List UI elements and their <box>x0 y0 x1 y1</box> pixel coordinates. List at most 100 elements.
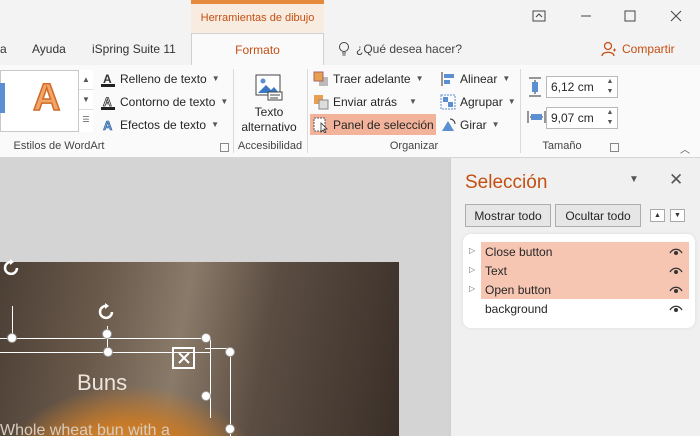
resize-handle[interactable] <box>7 333 17 343</box>
width-spinner[interactable]: ▲ ▼ <box>603 108 617 128</box>
ribbon-display-icon <box>532 10 546 22</box>
ribbon-display-options-button[interactable] <box>527 4 551 28</box>
list-item-name: Close button <box>485 244 553 259</box>
list-item[interactable]: background <box>481 299 689 318</box>
list-item[interactable]: ▷ Close button <box>469 242 689 261</box>
wordart-group-label: Estilos de WordArt <box>13 140 105 152</box>
list-item-name: Open button <box>485 282 552 297</box>
text-outline-label: Contorno de texto <box>120 94 216 109</box>
rotate-button[interactable]: Girar ▼ <box>440 114 500 135</box>
wordart-sample-orange[interactable]: A <box>32 76 61 120</box>
expand-arrow-icon[interactable]: ▷ <box>469 265 475 274</box>
slide-close-button[interactable] <box>172 347 195 369</box>
shape-height-input[interactable]: 6,12 cm ▲ ▼ <box>546 76 618 98</box>
ribbon: A ▲ ▼ ☰ A Relleno de texto ▼ A Contorno d… <box>0 65 700 158</box>
minimize-icon <box>581 15 591 17</box>
gallery-up-arrow-icon[interactable]: ▲ <box>79 70 93 90</box>
resize-handle[interactable] <box>201 391 211 401</box>
contextual-tab-group: Herramientas de dibujo <box>191 0 324 33</box>
size-dialog-launcher[interactable] <box>610 143 619 152</box>
selection-pane-label: Panel de selección <box>333 117 434 132</box>
dropdown-arrow-icon: ▼ <box>415 74 424 83</box>
send-backward-button[interactable]: Enviar atrás ▼ <box>313 91 417 112</box>
alt-text-label-1: Texto <box>254 105 284 119</box>
align-label: Alinear <box>460 71 498 86</box>
slide-title-text[interactable]: Buns <box>77 370 127 396</box>
dropdown-arrow-icon: ▼ <box>220 97 229 106</box>
list-item[interactable]: ▷ Open button <box>469 280 689 299</box>
expand-arrow-icon[interactable]: ▷ <box>469 284 475 293</box>
alt-text-button[interactable]: Texto alternativo <box>236 70 302 136</box>
pane-options-arrow-icon[interactable]: ▼ <box>629 174 639 185</box>
share-button[interactable]: Compartir <box>601 33 675 65</box>
height-spinner[interactable]: ▲ ▼ <box>603 77 617 97</box>
rotate-handle-icon[interactable] <box>97 302 117 322</box>
gallery-down-arrow-icon[interactable]: ▼ <box>79 90 93 110</box>
visibility-eye-icon[interactable] <box>669 247 683 256</box>
pane-close-icon[interactable]: ✕ <box>669 170 683 190</box>
text-fill-icon: A <box>101 72 115 87</box>
text-effects-button[interactable]: A Efectos de texto ▼ <box>100 114 219 135</box>
send-backward-icon <box>314 94 329 109</box>
visibility-eye-icon[interactable] <box>669 304 683 313</box>
shape-height-value: 6,12 cm <box>551 80 594 94</box>
show-all-button[interactable]: Mostrar todo <box>465 204 551 227</box>
bring-forward-label: Traer adelante <box>333 71 411 86</box>
rotate-handle-icon[interactable] <box>2 258 22 278</box>
tab-ayuda[interactable]: Ayuda <box>32 33 66 65</box>
accessibility-group-label: Accesibilidad <box>237 140 303 152</box>
collapse-ribbon-icon[interactable]: ︿ <box>680 141 690 156</box>
arrange-group-label: Organizar <box>389 140 439 152</box>
wordart-dialog-launcher[interactable] <box>220 143 229 152</box>
maximize-icon <box>624 10 636 22</box>
text-effects-label: Efectos de texto <box>120 117 207 132</box>
selection-pane: Selección ▼ ✕ Mostrar todo Ocultar todo … <box>450 158 700 436</box>
send-backward-label: Enviar atrás <box>333 94 398 109</box>
send-backward-order-icon[interactable]: ▼ <box>670 209 685 222</box>
text-outline-button[interactable]: A Contorno de texto ▼ <box>100 91 228 112</box>
selection-pane-button[interactable]: Panel de selección <box>310 114 436 135</box>
shape-width-value: 9,07 cm <box>551 111 594 125</box>
dropdown-arrow-icon: ▼ <box>507 97 516 106</box>
maximize-button[interactable] <box>618 4 642 28</box>
tab-formato[interactable]: Formato <box>191 33 324 66</box>
resize-handle[interactable] <box>103 347 113 357</box>
group-divider <box>520 69 521 153</box>
alt-text-image-icon <box>255 74 283 101</box>
svg-text:A: A <box>103 95 112 109</box>
group-objects-button[interactable]: Agrupar ▼ <box>440 91 516 112</box>
resize-handle[interactable] <box>102 329 112 339</box>
visibility-eye-icon[interactable] <box>669 266 683 275</box>
bring-forward-button[interactable]: Traer adelante ▼ <box>313 68 424 89</box>
selection-pane-icon <box>313 117 328 133</box>
tab-partial[interactable]: a <box>0 33 7 65</box>
wordart-gallery-scroll[interactable]: ▲ ▼ ☰ <box>78 70 93 132</box>
rotate-icon <box>442 118 456 131</box>
resize-handle[interactable] <box>225 347 235 357</box>
close-icon <box>670 10 682 22</box>
tell-me-search[interactable]: ¿Qué desea hacer? <box>338 33 462 65</box>
hide-all-button[interactable]: Ocultar todo <box>555 204 641 227</box>
wordart-sample-partial-icon <box>0 83 5 113</box>
tab-ispring[interactable]: iSpring Suite 11 <box>92 33 176 65</box>
svg-text:A: A <box>103 72 112 86</box>
shape-width-input[interactable]: 9,07 cm ▲ ▼ <box>546 107 618 129</box>
slide[interactable]: Buns Whole wheat bun with a <box>0 262 399 436</box>
resize-handle[interactable] <box>201 333 211 343</box>
slide-subtitle-text[interactable]: Whole wheat bun with a <box>0 422 170 436</box>
visibility-eye-icon[interactable] <box>669 285 683 294</box>
dropdown-arrow-icon: ▼ <box>211 120 219 129</box>
slide-canvas: Buns Whole wheat bun with a <box>0 158 450 436</box>
share-person-icon <box>601 41 616 57</box>
expand-arrow-icon[interactable]: ▷ <box>469 246 475 255</box>
resize-handle[interactable] <box>225 424 235 434</box>
align-button[interactable]: Alinear ▼ <box>440 68 510 89</box>
close-window-button[interactable] <box>664 4 688 28</box>
minimize-button[interactable] <box>574 4 598 28</box>
selection-list: ▷ Close button ▷ Text ▷ Open button back… <box>463 234 695 328</box>
bring-forward-order-icon[interactable]: ▲ <box>650 209 665 222</box>
text-fill-button[interactable]: A Relleno de texto ▼ <box>100 68 220 89</box>
gallery-more-icon[interactable]: ☰ <box>79 110 93 130</box>
list-item[interactable]: ▷ Text <box>469 261 689 280</box>
alt-text-label-2: alternativo <box>241 120 297 134</box>
